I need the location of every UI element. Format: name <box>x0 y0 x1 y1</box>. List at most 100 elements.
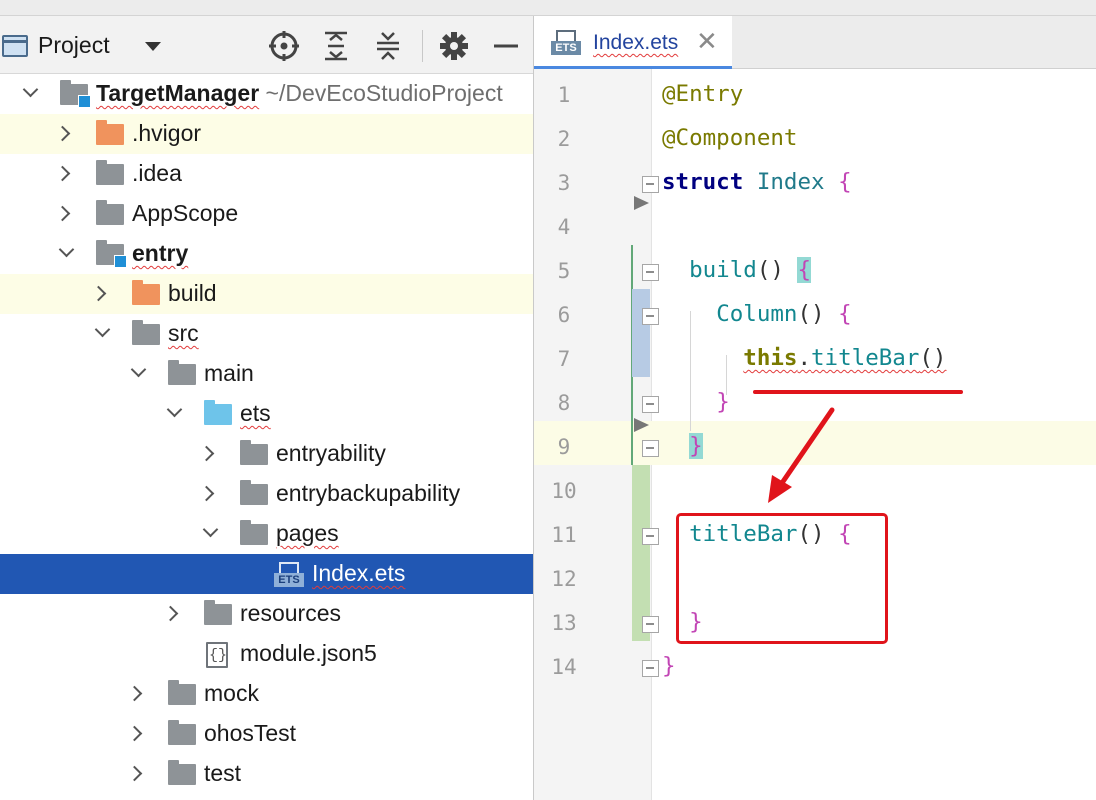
chevron-down-icon[interactable] <box>94 321 111 338</box>
modified-lines-bar <box>632 289 650 377</box>
tree-item[interactable]: src <box>0 314 533 354</box>
chevron-down-icon[interactable] <box>166 401 183 418</box>
tree-item[interactable]: ETS Index.ets <box>0 554 533 594</box>
close-icon[interactable]: ✕ <box>696 26 718 57</box>
tree-item[interactable]: TargetManager ~/DevEcoStudioProject <box>0 74 533 114</box>
editor-tab-strip: ETS Index.ets ✕ <box>534 16 1096 69</box>
tree-item-label: pages <box>276 520 339 546</box>
chevron-right-icon[interactable] <box>54 125 71 142</box>
minimize-icon[interactable] <box>490 30 522 62</box>
chevron-right-icon[interactable] <box>198 485 215 502</box>
tree-item[interactable]: build <box>0 274 533 314</box>
added-lines-bar <box>632 465 650 641</box>
project-view-title[interactable]: Project <box>38 32 110 59</box>
breadcrumb-bar <box>0 0 1096 16</box>
annotation-box <box>676 513 888 644</box>
line-number: 5 <box>557 259 571 283</box>
tree-item[interactable]: ets <box>0 394 533 434</box>
chevron-right-icon[interactable] <box>126 765 143 782</box>
fold-toggle[interactable] <box>642 660 659 677</box>
chevron-right-icon[interactable] <box>126 685 143 702</box>
line-number: 13 <box>551 611 577 635</box>
folder-icon <box>168 720 196 745</box>
orange-folder-icon <box>132 280 160 305</box>
fold-toggle[interactable] <box>642 308 659 325</box>
chevron-down-icon[interactable] <box>145 42 161 51</box>
tree-item[interactable]: mock <box>0 674 533 714</box>
folder-icon <box>240 480 268 505</box>
tree-item[interactable]: .hvigor <box>0 114 533 154</box>
tree-item[interactable]: entryability <box>0 434 533 474</box>
tree-item[interactable]: pages <box>0 514 533 554</box>
tree-item-label: mock <box>204 680 259 706</box>
chevron-down-icon[interactable] <box>58 241 75 258</box>
chevron-down-icon[interactable] <box>202 521 219 538</box>
tree-item[interactable]: .idea <box>0 154 533 194</box>
tree-item-label: .hvigor <box>132 120 202 146</box>
fold-toggle[interactable] <box>642 176 659 193</box>
folder-icon <box>240 440 268 465</box>
line-number: 9 <box>557 435 571 459</box>
tree-item-label: entry <box>132 240 189 266</box>
tree-item[interactable]: entrybackupability <box>0 474 533 514</box>
tree-item-label: .idea <box>132 160 182 186</box>
ets-file-icon: ETS <box>551 30 581 56</box>
crosshair-icon[interactable] <box>268 30 300 62</box>
chevron-right-icon[interactable] <box>198 445 215 462</box>
chevron-right-icon[interactable] <box>54 205 71 222</box>
chevron-down-icon[interactable] <box>130 361 147 378</box>
blue-folder-icon <box>204 400 232 425</box>
code-line-6[interactable]: Column() { <box>662 292 851 336</box>
line-number: 7 <box>557 347 571 371</box>
tree-item[interactable]: AppScope <box>0 194 533 234</box>
tab-index-ets[interactable]: ETS Index.ets ✕ <box>534 16 732 69</box>
chevron-right-icon[interactable] <box>90 285 107 302</box>
collapse-all-icon[interactable] <box>372 30 404 62</box>
gear-icon[interactable] <box>438 30 470 62</box>
code-line-1[interactable]: @Entry <box>662 72 743 116</box>
code-line-5[interactable]: build() { <box>662 248 812 292</box>
code-line-3[interactable]: struct Index { <box>662 160 852 204</box>
folder-icon <box>96 200 124 225</box>
fold-toggle[interactable] <box>642 396 659 413</box>
annotation-underline <box>753 390 963 394</box>
folder-icon <box>132 320 160 345</box>
chevron-right-icon[interactable] <box>126 725 143 742</box>
tree-item-label: resources <box>240 600 341 626</box>
json-file-icon: {} <box>206 642 230 668</box>
tab-label: Index.ets <box>593 31 679 54</box>
fold-toggle[interactable] <box>642 264 659 281</box>
folder-icon <box>168 360 196 385</box>
tree-item-label: build <box>168 280 217 306</box>
tree-item[interactable]: resources <box>0 594 533 634</box>
module-folder-icon <box>96 240 127 268</box>
chevron-right-icon[interactable] <box>54 165 71 182</box>
bookmark-marker <box>634 418 649 432</box>
tree-item-label: Index.ets <box>312 560 406 586</box>
chevron-right-icon[interactable] <box>162 605 179 622</box>
tree-item-label: main <box>204 360 254 386</box>
line-number: 10 <box>551 479 577 503</box>
line-number: 11 <box>551 523 577 547</box>
tree-item-label: TargetManager ~/DevEcoStudioProject <box>96 80 503 106</box>
code-line-14[interactable]: } <box>662 644 676 688</box>
tree-item[interactable]: ohosTest <box>0 714 533 754</box>
tree-item[interactable]: entry <box>0 234 533 274</box>
fold-toggle[interactable] <box>642 440 659 457</box>
code-line-9[interactable]: } <box>662 424 703 468</box>
tree-item[interactable]: main <box>0 354 533 394</box>
code-line-8[interactable]: } <box>662 380 730 424</box>
fold-toggle[interactable] <box>642 528 659 545</box>
fold-toggle[interactable] <box>642 616 659 633</box>
project-panel: Project TargetManager ~/DevEcoStudioProj… <box>0 16 533 800</box>
tree-item[interactable]: test <box>0 754 533 794</box>
tree-item-label: module.json5 <box>240 640 377 666</box>
code-line-2[interactable]: @Component <box>662 116 797 160</box>
code-line-7[interactable]: this.titleBar() <box>662 336 946 380</box>
folder-icon <box>240 520 268 545</box>
line-number: 12 <box>551 567 577 591</box>
project-view-icon <box>2 35 28 57</box>
tree-item[interactable]: {} module.json5 <box>0 634 533 674</box>
expand-all-icon[interactable] <box>320 30 352 62</box>
chevron-down-icon[interactable] <box>22 81 39 98</box>
